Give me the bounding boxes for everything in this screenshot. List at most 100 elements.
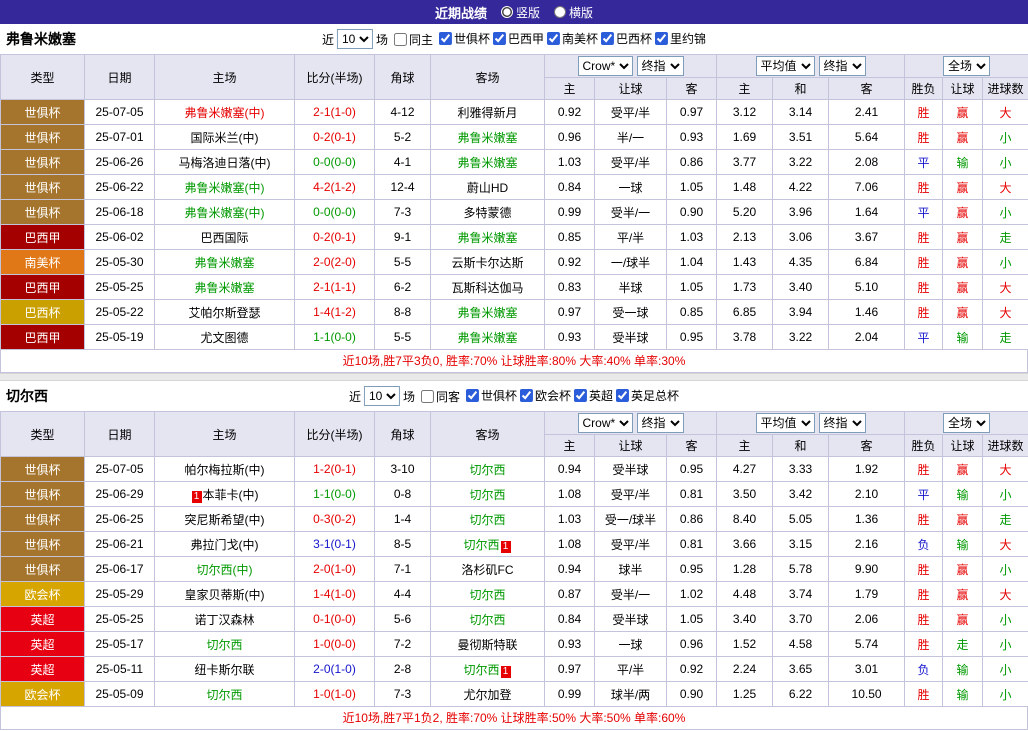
team-name: 弗鲁米嫩塞: [6, 29, 76, 49]
score: 2-0(2-0): [295, 250, 375, 275]
match-row: 世俱杯25-06-25突尼斯希望(中)0-3(0-2)1-4切尔西1.03受一/…: [1, 507, 1028, 532]
league-filter[interactable]: 英超: [571, 387, 613, 404]
league-filter[interactable]: 英足总杯: [613, 387, 679, 404]
league-checkbox[interactable]: [547, 32, 560, 45]
scope-select[interactable]: 全场: [943, 56, 990, 76]
asia-handicap: 受平/半: [595, 100, 667, 125]
asia-handicap: 半球: [595, 275, 667, 300]
europe-home-odds: 1.43: [717, 250, 773, 275]
europe-final-select[interactable]: 终指: [819, 413, 866, 433]
europe-home-odds: 3.77: [717, 150, 773, 175]
league-checkbox[interactable]: [655, 32, 668, 45]
match-type: 世俱杯: [1, 125, 85, 150]
layout-horizontal-option[interactable]: 横版: [554, 4, 593, 21]
filters: 近 10 场 同客 世俱杯欧会杯英超英足总杯: [349, 386, 679, 406]
asia-final-select[interactable]: 终指: [637, 413, 684, 433]
score: 0-2(0-1): [295, 225, 375, 250]
match-date: 25-06-18: [85, 200, 155, 225]
same-venue-filter[interactable]: 同主: [391, 31, 433, 48]
europe-draw-odds: 3.94: [773, 300, 829, 325]
league-filter[interactable]: 巴西杯: [598, 30, 652, 47]
layout-vertical-radio[interactable]: [501, 6, 513, 18]
home-team: 切尔西: [155, 682, 295, 707]
away-team: 切尔西: [431, 582, 545, 607]
result-handicap: 赢: [943, 250, 983, 275]
col-type: 类型: [1, 412, 85, 457]
league-label: 巴西杯: [616, 30, 652, 47]
europe-home-odds: 1.69: [717, 125, 773, 150]
layout-vertical-option[interactable]: 竖版: [501, 4, 540, 21]
same-venue-checkbox[interactable]: [421, 390, 434, 403]
europe-home-odds: 4.27: [717, 457, 773, 482]
home-team: 皇家贝蒂斯(中): [155, 582, 295, 607]
matches-table: 类型 日期 主场 比分(半场) 角球 客场 Crow* 终指 平均值 终指: [0, 54, 1028, 350]
europe-away-odds: 2.41: [829, 100, 905, 125]
europe-draw-odds: 3.51: [773, 125, 829, 150]
home-team: 纽卡斯尔联: [155, 657, 295, 682]
league-label: 欧会杯: [535, 387, 571, 404]
filters: 近 10 场 同主 世俱杯巴西甲南美杯巴西杯里约锦: [322, 29, 706, 49]
league-checkbox[interactable]: [466, 389, 479, 402]
match-type: 巴西甲: [1, 225, 85, 250]
league-filter[interactable]: 世俱杯: [463, 387, 517, 404]
europe-away-odds: 3.01: [829, 657, 905, 682]
europe-avg-select[interactable]: 平均值: [756, 56, 815, 76]
asia-home-odds: 1.08: [545, 482, 595, 507]
league-filter[interactable]: 世俱杯: [436, 30, 490, 47]
asia-handicap: 受一球: [595, 300, 667, 325]
match-date: 25-07-01: [85, 125, 155, 150]
match-row: 世俱杯25-06-17切尔西(中)2-0(1-0)7-1洛杉矶FC0.94球半0…: [1, 557, 1028, 582]
score: 1-1(0-0): [295, 325, 375, 350]
result-winloss: 胜: [905, 175, 943, 200]
away-team: 弗鲁米嫩塞: [431, 325, 545, 350]
match-date: 25-07-05: [85, 457, 155, 482]
away-team: 弗鲁米嫩塞: [431, 150, 545, 175]
asia-home-odds: 0.87: [545, 582, 595, 607]
bookmaker-select[interactable]: Crow*: [578, 56, 633, 76]
match-row: 世俱杯25-07-05弗鲁米嫩塞(中)2-1(1-0)4-12利雅得新月0.92…: [1, 100, 1028, 125]
league-checkbox[interactable]: [601, 32, 614, 45]
scope-select[interactable]: 全场: [943, 413, 990, 433]
result-handicap: 走: [943, 632, 983, 657]
europe-away-odds: 3.67: [829, 225, 905, 250]
europe-final-select[interactable]: 终指: [819, 56, 866, 76]
match-date: 25-06-29: [85, 482, 155, 507]
asia-away-odds: 0.90: [667, 200, 717, 225]
asia-handicap: 受半/一: [595, 200, 667, 225]
league-filter[interactable]: 南美杯: [544, 30, 598, 47]
match-date: 25-05-09: [85, 682, 155, 707]
europe-away-odds: 5.64: [829, 125, 905, 150]
asia-home-odds: 0.92: [545, 250, 595, 275]
league-checkbox[interactable]: [439, 32, 452, 45]
europe-avg-select[interactable]: 平均值: [756, 413, 815, 433]
layout-horizontal-radio[interactable]: [554, 6, 566, 18]
result-handicap: 赢: [943, 582, 983, 607]
league-filter[interactable]: 巴西甲: [490, 30, 544, 47]
same-venue-filter[interactable]: 同客: [418, 388, 460, 405]
league-label: 英超: [589, 387, 613, 404]
europe-away-odds: 9.90: [829, 557, 905, 582]
corner-score: 6-2: [375, 275, 431, 300]
recent-count-select[interactable]: 10: [337, 29, 373, 49]
asia-odds-group: Crow* 终指: [545, 412, 717, 435]
league-checkbox[interactable]: [520, 389, 533, 402]
league-checkbox[interactable]: [493, 32, 506, 45]
match-date: 25-05-19: [85, 325, 155, 350]
recent-count-select[interactable]: 10: [364, 386, 400, 406]
result-handicap: 赢: [943, 300, 983, 325]
league-checkbox[interactable]: [616, 389, 629, 402]
europe-away-odds: 2.10: [829, 482, 905, 507]
bookmaker-select[interactable]: Crow*: [578, 413, 633, 433]
result-handicap: 输: [943, 682, 983, 707]
col-score: 比分(半场): [295, 55, 375, 100]
league-filter[interactable]: 里约锦: [652, 30, 706, 47]
europe-home-odds: 3.50: [717, 482, 773, 507]
league-filter[interactable]: 欧会杯: [517, 387, 571, 404]
summary-line: 近10场,胜7平3负0, 胜率:70% 让球胜率:80% 大率:40% 单率:3…: [0, 350, 1028, 373]
asia-final-select[interactable]: 终指: [637, 56, 684, 76]
same-venue-checkbox[interactable]: [394, 33, 407, 46]
league-filter-group: 世俱杯巴西甲南美杯 巴西杯里约锦: [436, 30, 706, 48]
league-checkbox[interactable]: [574, 389, 587, 402]
result-handicap: 赢: [943, 200, 983, 225]
match-row: 欧会杯25-05-09切尔西1-0(1-0)7-3尤尔加登0.99球半/两0.9…: [1, 682, 1028, 707]
